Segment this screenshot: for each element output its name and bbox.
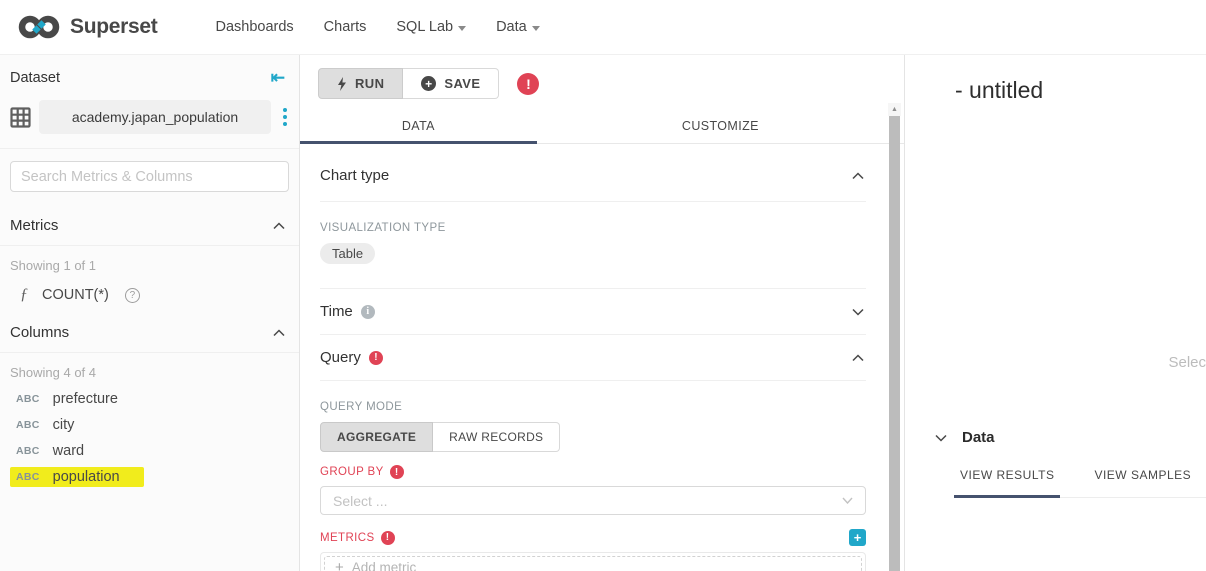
dataset-options-menu-icon[interactable] bbox=[279, 106, 291, 128]
visualization-type-label: VISUALIZATION TYPE bbox=[320, 222, 866, 234]
chevron-down-icon bbox=[458, 26, 466, 31]
chart-title[interactable]: - untitled bbox=[955, 77, 1043, 104]
nav-item-dashboards[interactable]: Dashboards bbox=[215, 19, 293, 35]
brand-name: Superset bbox=[70, 15, 157, 39]
run-button[interactable]: RUN bbox=[318, 68, 403, 99]
chart-control-panel: RUN + SAVE ! DATA CUSTOMIZE Chart type bbox=[300, 55, 905, 571]
column-type-badge: ABC bbox=[16, 393, 40, 405]
nav-item-data[interactable]: Data bbox=[496, 19, 540, 35]
collapse-panel-icon[interactable]: ⇤ bbox=[271, 69, 285, 86]
query-mode-label: QUERY MODE bbox=[320, 401, 866, 413]
top-navbar: Superset Dashboards Charts SQL Lab Data bbox=[0, 0, 1206, 55]
results-tabs: VIEW RESULTS VIEW SAMPLES bbox=[960, 468, 1206, 498]
aggregate-button[interactable]: AGGREGATE bbox=[320, 422, 433, 452]
plus-circle-icon: + bbox=[421, 76, 436, 91]
column-item[interactable]: ABCward bbox=[0, 438, 299, 464]
metrics-label: METRICS! bbox=[320, 531, 395, 545]
nav-item-charts[interactable]: Charts bbox=[324, 19, 367, 35]
chevron-down-icon bbox=[842, 497, 853, 504]
control-tabs: DATA CUSTOMIZE bbox=[300, 108, 904, 144]
superset-logo[interactable]: Superset bbox=[16, 14, 157, 40]
infinity-logo-icon bbox=[16, 14, 62, 40]
plus-icon: + bbox=[335, 559, 344, 571]
function-icon: ƒ bbox=[20, 286, 28, 304]
chart-type-section-header[interactable]: Chart type bbox=[320, 144, 866, 201]
add-metric-popover-button[interactable]: + bbox=[849, 529, 866, 546]
lightning-bolt-icon bbox=[337, 77, 347, 91]
chevron-up-icon bbox=[852, 172, 864, 180]
metric-item[interactable]: ƒ COUNT(*) ? bbox=[0, 279, 299, 311]
metrics-section-header[interactable]: Metrics bbox=[0, 204, 299, 245]
dataset-panel: Dataset ⇤ academy.japan_population M bbox=[0, 55, 300, 571]
divider bbox=[320, 201, 866, 202]
columns-count: Showing 4 of 4 bbox=[0, 353, 299, 386]
viz-type-chip[interactable]: Table bbox=[320, 243, 375, 264]
error-alert-icon[interactable]: ! bbox=[517, 73, 539, 95]
data-results-section: Data VIEW RESULTS VIEW SAMPLES bbox=[905, 429, 1206, 498]
clipped-placeholder-text: Selec bbox=[1168, 354, 1206, 371]
error-icon: ! bbox=[381, 531, 395, 545]
search-input[interactable] bbox=[10, 161, 289, 192]
error-icon: ! bbox=[390, 465, 404, 479]
time-section-header[interactable]: Timei bbox=[320, 289, 866, 334]
column-item[interactable]: ABCprefecture bbox=[0, 386, 299, 412]
scroll-up-arrow-icon[interactable]: ▲ bbox=[888, 103, 901, 116]
raw-records-button[interactable]: RAW RECORDS bbox=[433, 422, 560, 452]
chart-preview-panel: - untitled Selec Data VIEW RESULTS VIEW … bbox=[905, 55, 1206, 571]
metrics-control: + Add metric bbox=[320, 552, 866, 571]
group-by-label: GROUP BY! bbox=[320, 465, 866, 479]
table-grid-icon bbox=[10, 107, 31, 128]
chevron-down-icon bbox=[852, 308, 864, 316]
column-type-badge: ABC bbox=[16, 445, 40, 457]
column-item-highlighted[interactable]: ABCpopulation bbox=[0, 464, 299, 490]
query-section-header[interactable]: Query! bbox=[320, 335, 866, 380]
column-type-badge: ABC bbox=[16, 471, 40, 483]
chevron-down-icon bbox=[532, 26, 540, 31]
metrics-count: Showing 1 of 1 bbox=[0, 246, 299, 279]
help-icon[interactable]: ? bbox=[125, 288, 140, 303]
run-save-button-group: RUN + SAVE bbox=[318, 68, 499, 99]
data-section-header[interactable]: Data bbox=[905, 429, 1206, 446]
chevron-down-icon bbox=[935, 434, 947, 442]
group-by-select[interactable]: Select ... bbox=[320, 486, 866, 515]
dataset-panel-title: Dataset bbox=[10, 70, 60, 86]
scrollbar-thumb[interactable] bbox=[889, 116, 900, 571]
vertical-scrollbar[interactable]: ▲ bbox=[888, 103, 901, 571]
error-icon: ! bbox=[369, 351, 383, 365]
columns-section-header[interactable]: Columns bbox=[0, 311, 299, 352]
nav-item-sql-lab[interactable]: SQL Lab bbox=[396, 19, 466, 35]
column-item[interactable]: ABCcity bbox=[0, 412, 299, 438]
add-metric-button[interactable]: + Add metric bbox=[324, 556, 862, 571]
query-mode-toggle: AGGREGATE RAW RECORDS bbox=[320, 422, 866, 452]
superset-explore-window: Superset Dashboards Charts SQL Lab Data … bbox=[0, 0, 1206, 571]
divider bbox=[320, 380, 866, 381]
save-button[interactable]: + SAVE bbox=[403, 68, 499, 99]
dataset-selector[interactable]: academy.japan_population bbox=[39, 100, 271, 134]
tab-customize[interactable]: CUSTOMIZE bbox=[537, 108, 904, 143]
highlight-annotation: ABCpopulation bbox=[10, 467, 144, 487]
chevron-up-icon bbox=[273, 329, 285, 337]
tab-view-samples[interactable]: VIEW SAMPLES bbox=[1094, 468, 1191, 497]
column-type-badge: ABC bbox=[16, 419, 40, 431]
tab-view-results[interactable]: VIEW RESULTS bbox=[960, 468, 1054, 497]
chevron-up-icon bbox=[852, 354, 864, 362]
info-icon[interactable]: i bbox=[361, 305, 375, 319]
tab-data[interactable]: DATA bbox=[300, 108, 537, 143]
chevron-up-icon bbox=[273, 222, 285, 230]
